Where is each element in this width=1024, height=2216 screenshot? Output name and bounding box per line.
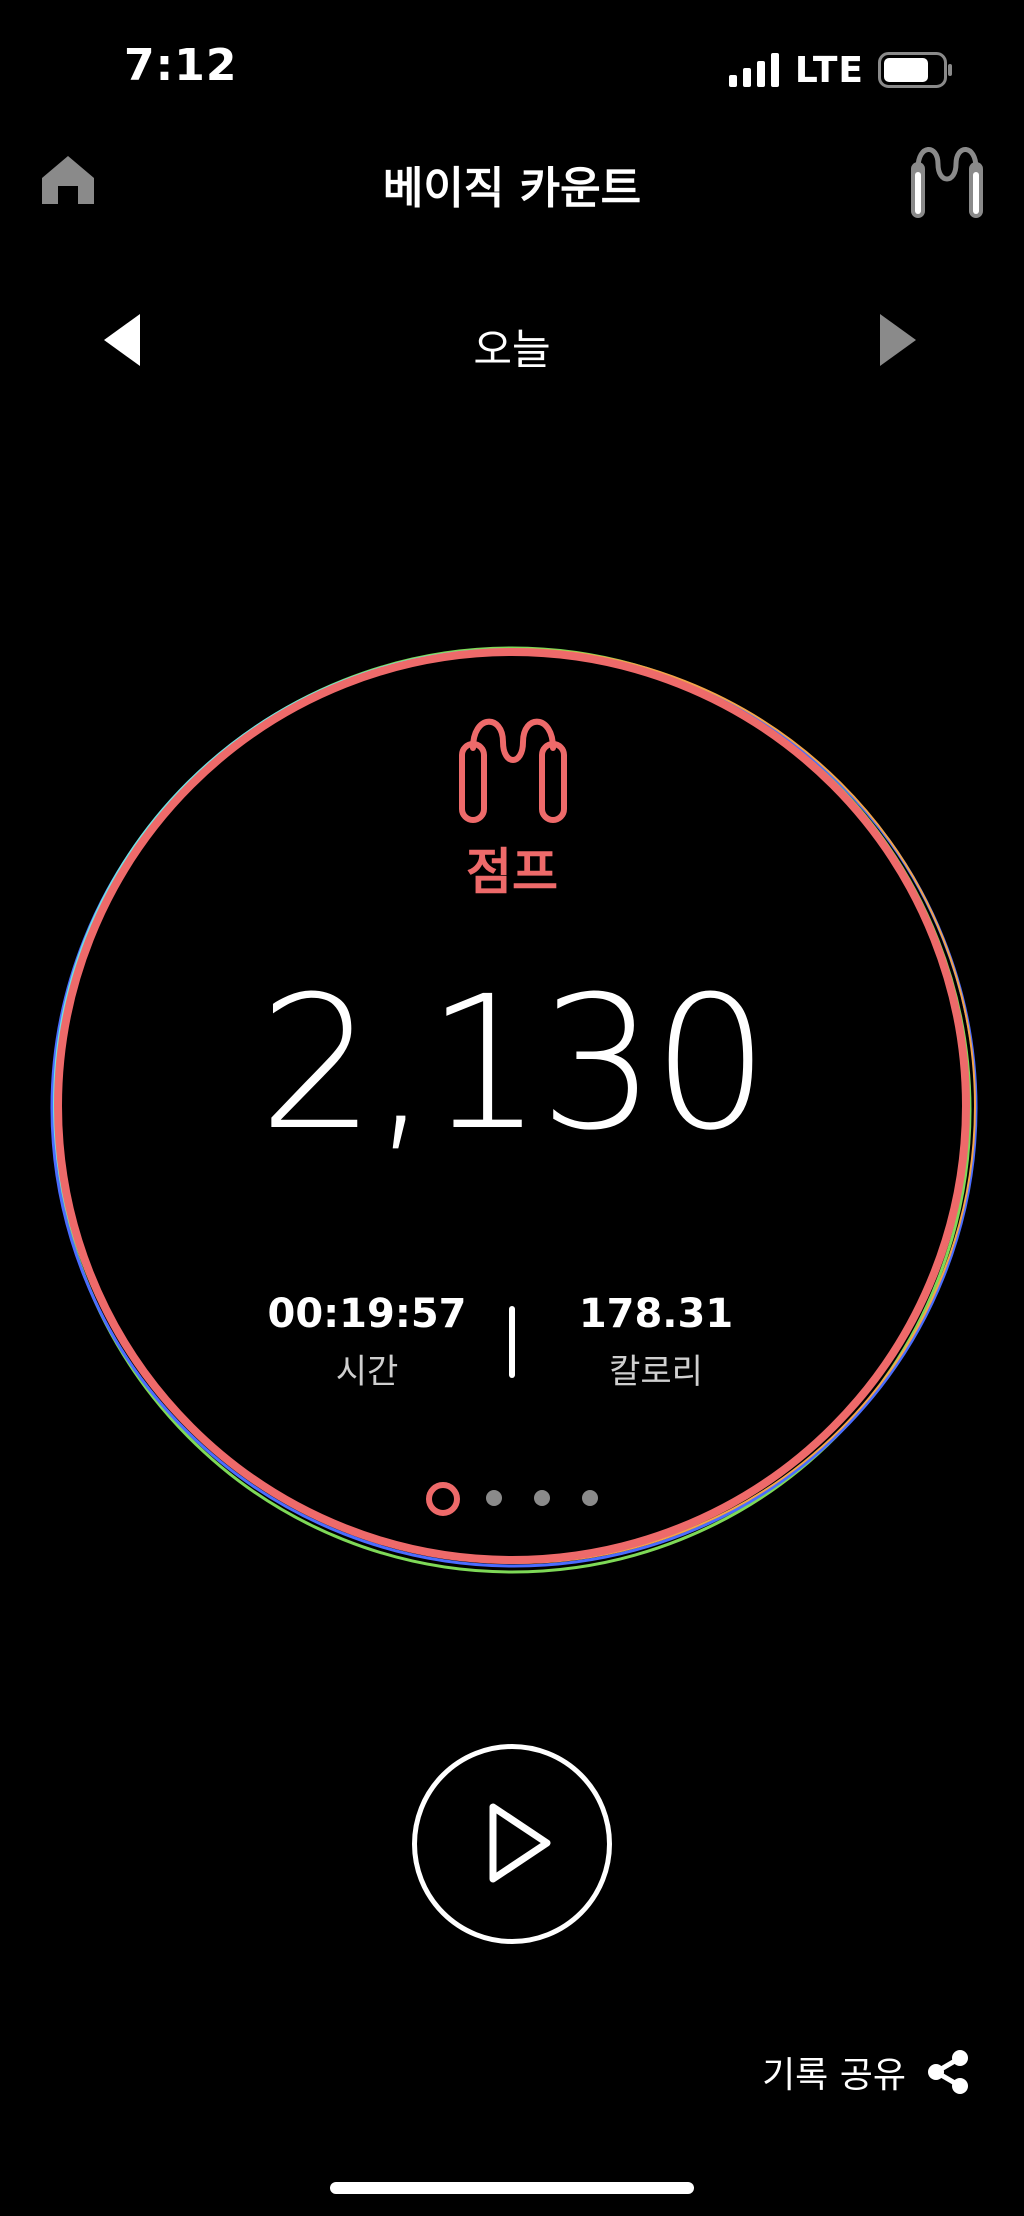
- time-value: 00:19:57: [267, 1291, 467, 1337]
- device-button[interactable]: [908, 138, 986, 222]
- share-icon: [928, 2050, 968, 2094]
- page-dot-3[interactable]: [534, 1490, 550, 1506]
- triangle-right-icon: [880, 314, 916, 366]
- start-button[interactable]: [412, 1744, 612, 1944]
- next-day-button[interactable]: [870, 312, 920, 368]
- share-record-button[interactable]: 기록 공유: [762, 2046, 972, 2098]
- page-dot-4[interactable]: [582, 1490, 598, 1506]
- calories-label: 칼로리: [609, 1352, 703, 1392]
- stat-divider: [509, 1306, 515, 1378]
- page-title: 베이직 카운트: [382, 163, 642, 214]
- home-indicator[interactable]: [330, 2182, 694, 2194]
- play-icon: [489, 1803, 551, 1883]
- activity-label: 점프: [466, 843, 558, 901]
- battery-icon: [878, 52, 952, 88]
- status-indicators: LTE: [728, 49, 954, 91]
- time-label: 시간: [335, 1352, 399, 1392]
- page-indicator[interactable]: [426, 1480, 606, 1516]
- network-type: LTE: [794, 49, 864, 91]
- jump-count: 2,130: [258, 957, 770, 1171]
- stat-time: 00:19:57 시간: [227, 1290, 507, 1393]
- share-label: 기록 공유: [762, 2055, 906, 2096]
- jump-rope-icon: [457, 708, 569, 824]
- app-screen: 7:12 LTE 베이직 카운트 오늘 점프 2,130 00:19:57 시간…: [0, 0, 1024, 2216]
- jump-rope-device-icon: [911, 147, 983, 218]
- status-time: 7:12: [124, 40, 238, 91]
- calories-value: 178.31: [578, 1291, 734, 1337]
- page-dot-1[interactable]: [426, 1482, 460, 1516]
- signal-icon: [728, 53, 779, 87]
- page-dot-2[interactable]: [486, 1490, 502, 1506]
- stat-calories: 178.31 칼로리: [516, 1290, 796, 1393]
